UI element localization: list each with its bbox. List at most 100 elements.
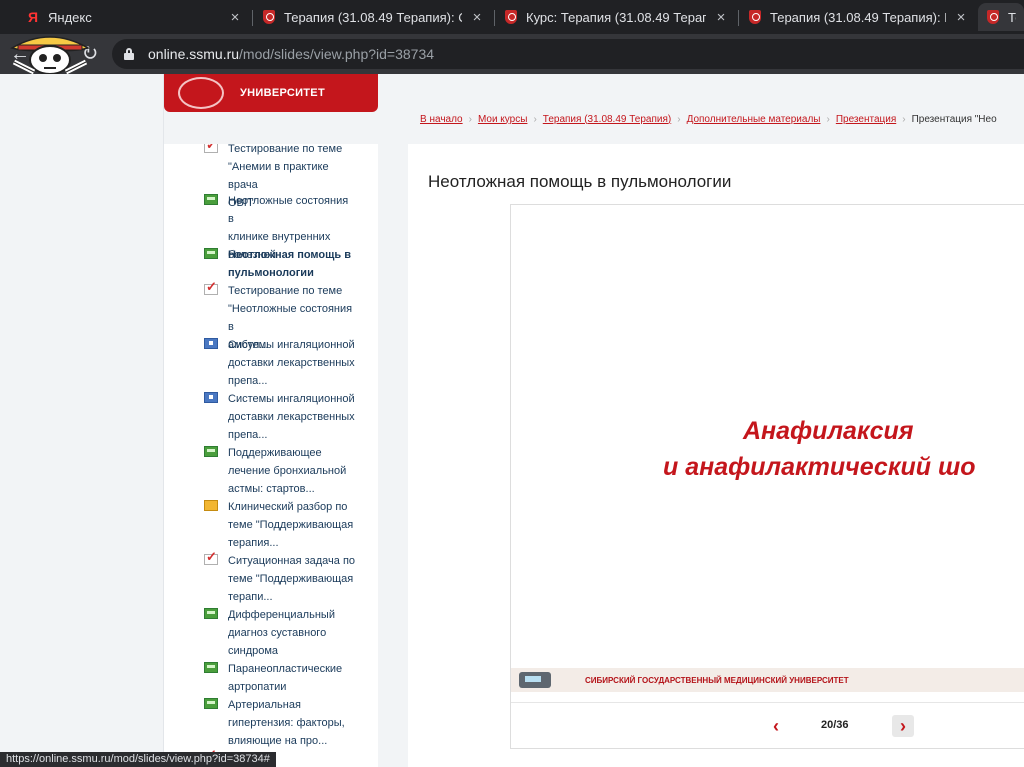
breadcrumb-home[interactable]: В начало	[420, 114, 463, 125]
sidebar-item-line: синдрома	[228, 645, 279, 657]
close-icon[interactable]: ×	[228, 9, 242, 26]
course-sidebar: Тестирование по теме "Анемии в практике в…	[164, 144, 378, 767]
sidebar-item-line: "Неотложные состояния в	[228, 303, 353, 333]
sidebar-item-line: артропатии	[228, 681, 287, 693]
sidebar-item-line: Неотложная помощь в	[228, 249, 351, 261]
sidebar-item-label: Артериальная гипертензия: факторы, влияющи…	[228, 696, 356, 750]
sidebar-item-line: Неотложные состояния в	[228, 195, 349, 225]
previous-slide-button[interactable]: ‹	[765, 715, 787, 737]
slides-icon	[204, 662, 218, 673]
main-content: Неотложная помощь в пульмонологии Анафил…	[408, 144, 1024, 767]
breadcrumb-separator-icon: ›	[533, 113, 537, 125]
sidebar-item-line: препа...	[228, 429, 268, 441]
sidebar-item-line: диагноз суставного	[228, 627, 327, 639]
file-icon	[204, 338, 218, 349]
tab-separator	[252, 10, 253, 26]
university-logo-banner[interactable]: УНИВЕРСИТЕТ	[164, 74, 378, 112]
sidebar-item-line: лечение бронхиальной	[228, 465, 347, 477]
quiz-checkmark-icon	[204, 549, 218, 565]
inhaler-device-icon	[515, 668, 565, 692]
sidebar-item-label: Системы ингаляционной доставки лекарствен…	[228, 390, 356, 444]
slides-icon	[204, 248, 218, 259]
tab-title: Терапия (31.08.49 Терапия): Н	[770, 9, 946, 25]
browser-tab-bar: Я Яндекс × Терапия (31.08.49 Терапия): С…	[0, 0, 1024, 34]
sidebar-item[interactable]: Неотложная помощь в пульмонологии	[204, 246, 364, 282]
close-icon[interactable]: ×	[470, 9, 484, 26]
slide-counter: 20/36	[821, 719, 849, 731]
sidebar-item-line: "Анемии в практике врача	[228, 161, 329, 191]
slide-footer: СИБИРСКИЙ ГОСУДАРСТВЕННЫЙ МЕДИЦИНСКИЙ УН…	[511, 668, 1024, 692]
yandex-icon: Я	[27, 9, 39, 25]
skull-logo-icon	[10, 36, 90, 75]
breadcrumb-presentation[interactable]: Презентация	[836, 114, 896, 125]
tab-course-therapy[interactable]: Курс: Терапия (31.08.49 Терап ×	[496, 3, 736, 31]
url-text: online.ssmu.ru/mod/slides/view.php?id=38…	[148, 46, 435, 62]
sidebar-item[interactable]: Ситуационная задача по теме "Поддерживающ…	[204, 549, 364, 606]
tab-active[interactable]: Те	[978, 3, 1024, 31]
breadcrumb-separator-icon: ›	[902, 113, 906, 125]
breadcrumb-current: Презентация "Нео	[911, 113, 997, 125]
sidebar-item[interactable]: Дифференциальный диагноз суставного синдро…	[204, 606, 364, 660]
sidebar-item-label: Системы ингаляционной доставки лекарствен…	[228, 336, 356, 390]
sidebar-item-line: Системы ингаляционной	[228, 393, 355, 405]
sidebar-item-line: доставки лекарственных	[228, 411, 355, 423]
tab-separator	[494, 10, 495, 26]
tab-title: Яндекс	[48, 9, 92, 25]
breadcrumb-separator-icon: ›	[677, 113, 681, 125]
quiz-checkmark-icon	[204, 144, 218, 153]
slide-footer-text: СИБИРСКИЙ ГОСУДАРСТВЕННЫЙ МЕДИЦИНСКИЙ УН…	[585, 675, 849, 685]
sidebar-item-line: Тестирование по теме	[228, 285, 343, 297]
sidebar-item-line: пульмонологии	[228, 267, 314, 279]
sidebar-item-line: астмы: стартов...	[228, 483, 315, 495]
breadcrumb-additional-materials[interactable]: Дополнительные материалы	[687, 114, 821, 125]
breadcrumb-my-courses[interactable]: Мои курсы	[478, 114, 528, 125]
status-bar-url: https://online.ssmu.ru/mod/slides/view.p…	[0, 752, 276, 767]
page-title: Неотложная помощь в пульмонологии	[428, 172, 732, 191]
slide-pager: ‹ 20/36 ›	[511, 715, 1024, 739]
tab-title: Терапия (31.08.49 Терапия): С	[284, 9, 462, 25]
sidebar-item-line: влияющие на про...	[228, 735, 328, 747]
sidebar-item[interactable]: Паранеопластические артропатии	[204, 660, 364, 696]
slides-icon	[204, 446, 218, 457]
sidebar-item[interactable]: Клинический разбор по теме "Поддерживающа…	[204, 498, 364, 552]
sidebar-item-line: Тестирование по теме	[228, 144, 343, 155]
sidebar-item-line: доставки лекарственных	[228, 357, 355, 369]
close-icon[interactable]: ×	[954, 9, 968, 26]
tab-therapy-1[interactable]: Терапия (31.08.49 Терапия): С ×	[254, 3, 492, 31]
slides-icon	[204, 608, 218, 619]
divider	[511, 702, 1024, 703]
breadcrumb-separator-icon: ›	[468, 113, 472, 125]
sidebar-item-line: Ситуационная задача по	[228, 555, 356, 567]
sidebar-item[interactable]: Поддерживающее лечение бронхиальной астмы:…	[204, 444, 364, 498]
sidebar-item-line: Паранеопластические	[228, 663, 343, 675]
sidebar-item-line: клинике внутренних	[228, 231, 331, 243]
slide-title-line-1: Анафилаксия	[743, 417, 914, 445]
case-study-icon	[204, 500, 218, 511]
slides-icon	[204, 698, 218, 709]
sidebar-item[interactable]: Системы ингаляционной доставки лекарствен…	[204, 390, 364, 444]
sidebar-item-line: гипертензия: факторы,	[228, 717, 345, 729]
sidebar-item-line: теме "Поддерживающая	[228, 573, 354, 585]
sidebar-item-label: Неотложная помощь в пульмонологии	[228, 246, 356, 282]
close-icon[interactable]: ×	[714, 9, 728, 26]
file-icon	[204, 392, 218, 403]
sidebar-item[interactable]: Артериальная гипертензия: факторы, влияющи…	[204, 696, 364, 750]
university-shield-icon	[986, 10, 1000, 24]
slides-icon	[204, 194, 218, 205]
university-shield-icon	[504, 10, 518, 24]
sidebar-item-label: Дифференциальный диагноз суставного синдро…	[228, 606, 356, 660]
next-slide-button[interactable]: ›	[892, 715, 914, 737]
university-shield-icon	[748, 10, 762, 24]
breadcrumb-separator-icon: ›	[826, 113, 830, 125]
tab-therapy-2[interactable]: Терапия (31.08.49 Терапия): Н ×	[740, 3, 976, 31]
university-emblem-icon	[178, 77, 224, 109]
slide-title-line-2: и анафилактический шо	[663, 453, 976, 481]
tab-yandex[interactable]: Я Яндекс ×	[18, 3, 250, 31]
breadcrumb-course[interactable]: Терапия (31.08.49 Терапия)	[543, 114, 671, 125]
logo-text: УНИВЕРСИТЕТ	[240, 87, 325, 99]
sidebar-item-line: терапия...	[228, 537, 279, 549]
sidebar-item-label: Паранеопластические артропатии	[228, 660, 356, 696]
sidebar-item-label: Клинический разбор по теме "Поддерживающа…	[228, 498, 356, 552]
sidebar-item[interactable]: Системы ингаляционной доставки лекарствен…	[204, 336, 364, 390]
address-bar[interactable]: online.ssmu.ru/mod/slides/view.php?id=38…	[112, 39, 1024, 69]
